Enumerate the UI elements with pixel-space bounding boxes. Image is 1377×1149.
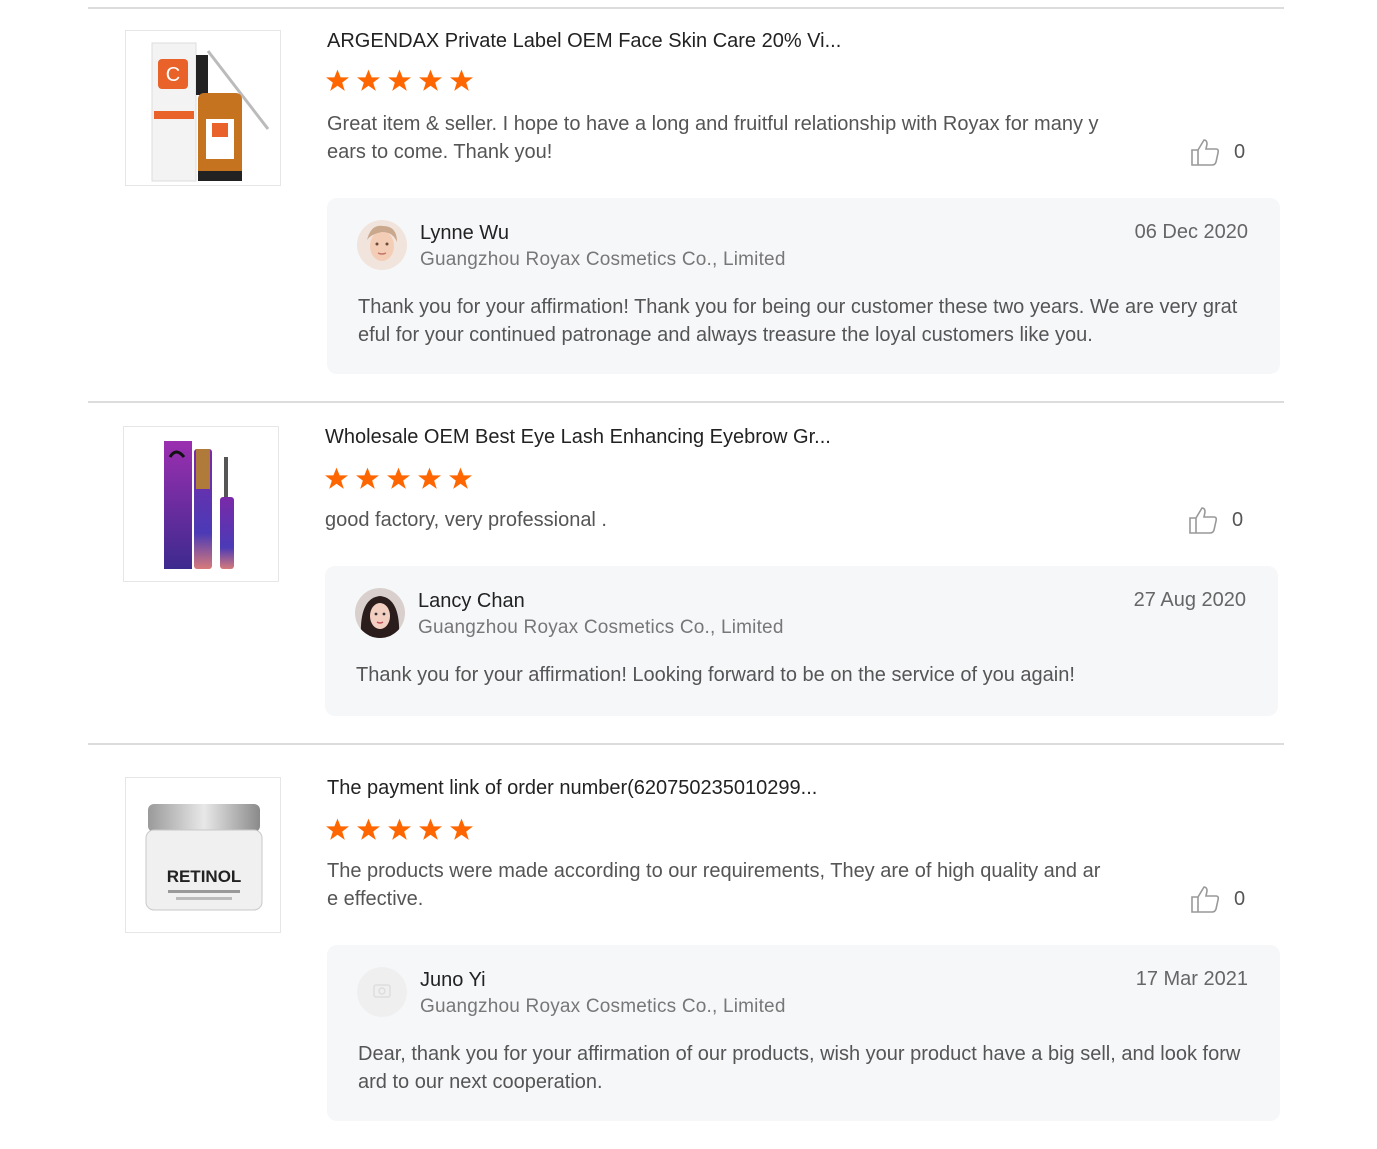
star-icon [357,69,380,91]
product-thumbnail[interactable]: C [125,30,281,186]
star-icon [419,818,442,840]
retinol-jar-image: RETINOL [145,804,263,911]
reply-date: 17 Mar 2021 [1135,968,1248,990]
reply-company: Guangzhou Royax Cosmetics Co., Limited [420,996,786,1017]
star-icon [357,818,380,840]
product-thumbnail[interactable] [123,426,279,582]
avatar [357,220,407,270]
product-image-label: RETINOL [167,867,242,886]
svg-text:C: C [166,64,180,86]
seller-reply: Lancy Chan Guangzhou Royax Cosmetics Co.… [325,566,1278,716]
star-icon [387,467,410,489]
like-button[interactable]: 0 [1190,138,1245,166]
rating-stars [325,68,474,93]
reply-text: Thank you for your affirmation! Looking … [356,664,1075,686]
thumbs-up-icon [1189,507,1218,534]
review-divider [88,743,1284,745]
like-button[interactable]: 0 [1188,506,1243,534]
review-comment: Great item & seller. I hope to have a lo… [327,113,1099,163]
star-icon [326,69,349,91]
review-comment: The products were made according to our … [327,860,1101,910]
review-comment: good factory, very professional . [325,509,607,531]
eyelash-serum-image [164,441,234,569]
reply-company: Guangzhou Royax Cosmetics Co., Limited [420,249,786,270]
reply-text: Dear, thank you for your affirmation of … [358,1043,1241,1093]
star-icon [388,69,411,91]
avatar [355,588,405,638]
product-title[interactable]: The payment link of order number(6207502… [327,777,817,800]
star-icon [388,818,411,840]
reply-company: Guangzhou Royax Cosmetics Co., Limited [418,617,784,638]
product-title[interactable]: Wholesale OEM Best Eye Lash Enhancing Ey… [325,426,831,449]
reply-author-name: Lynne Wu [420,222,509,244]
star-icon [419,69,442,91]
star-icon [356,467,379,489]
star-icon [325,467,348,489]
star-icon [450,818,473,840]
reply-author-name: Lancy Chan [418,590,525,612]
rating-stars [324,466,473,491]
like-count: 0 [1232,508,1244,531]
like-count: 0 [1234,887,1246,910]
reply-date: 27 Aug 2020 [1133,589,1246,611]
top-divider [88,7,1284,9]
seller-reply: Juno Yi Guangzhou Royax Cosmetics Co., L… [327,945,1280,1121]
avatar [357,967,407,1017]
reply-date: 06 Dec 2020 [1134,221,1248,243]
seller-reply: Lynne Wu Guangzhou Royax Cosmetics Co., … [327,198,1280,374]
rating-stars [325,817,474,842]
like-count: 0 [1234,140,1246,163]
reply-author-name: Juno Yi [420,969,486,991]
reply-text: Thank you for your affirmation! Thank yo… [358,296,1238,346]
like-button[interactable]: 0 [1190,885,1245,913]
star-icon [418,467,441,489]
review-divider [88,401,1284,403]
thumbs-up-icon [1191,886,1220,913]
star-icon [326,818,349,840]
star-icon [449,467,472,489]
product-thumbnail[interactable]: RETINOL [125,777,281,933]
thumbs-up-icon [1191,139,1220,166]
serum-bottle-image: C [151,42,270,182]
product-title[interactable]: ARGENDAX Private Label OEM Face Skin Car… [327,30,841,53]
star-icon [450,69,473,91]
